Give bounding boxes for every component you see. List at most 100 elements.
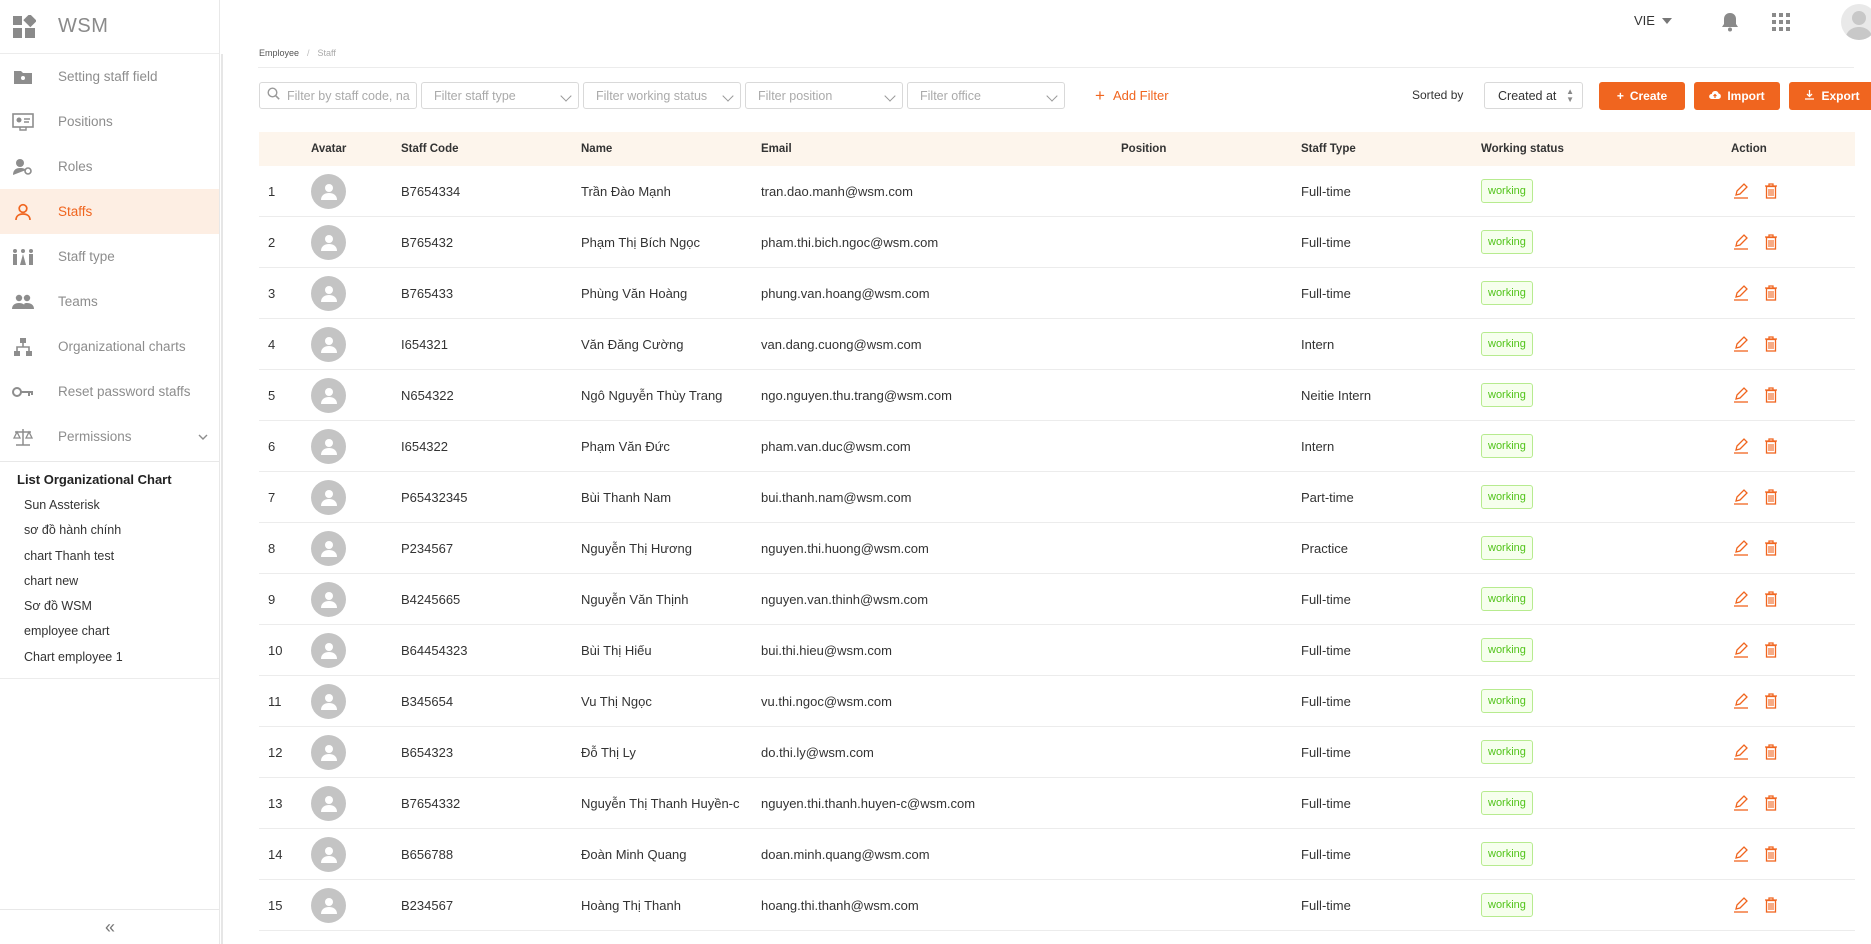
filter-position[interactable]: Filter position bbox=[745, 82, 903, 109]
import-button-label: Import bbox=[1727, 89, 1765, 103]
sidebar-item-reset-password[interactable]: Reset password staffs bbox=[0, 369, 219, 414]
org-chart-item[interactable]: Sơ đồ WSM bbox=[0, 594, 219, 619]
sidebar-item-teams[interactable]: Teams bbox=[0, 279, 219, 324]
edit-icon[interactable] bbox=[1731, 538, 1751, 558]
search-box[interactable] bbox=[259, 82, 417, 109]
row-index: 10 bbox=[268, 642, 283, 658]
sidebar: WSM Setting staff field Positions Roles … bbox=[0, 0, 220, 944]
table-row[interactable]: 4 I654321 Văn Đăng Cường van.dang.cuong@… bbox=[259, 319, 1855, 370]
edit-icon[interactable] bbox=[1731, 742, 1751, 762]
filter-working-status[interactable]: Filter working status bbox=[583, 82, 741, 109]
delete-icon[interactable] bbox=[1761, 283, 1781, 303]
edit-icon[interactable] bbox=[1731, 640, 1751, 660]
status-badge: working bbox=[1481, 842, 1533, 866]
table-row[interactable]: 15 B234567 Hoàng Thị Thanh hoang.thi.tha… bbox=[259, 880, 1855, 931]
org-chart-item[interactable]: sơ đồ hành chính bbox=[0, 518, 219, 543]
row-index: 7 bbox=[268, 489, 276, 505]
edit-icon[interactable] bbox=[1731, 436, 1751, 456]
delete-icon[interactable] bbox=[1761, 232, 1781, 252]
delete-icon[interactable] bbox=[1761, 742, 1781, 762]
edit-icon[interactable] bbox=[1731, 895, 1751, 915]
table-row[interactable]: 5 N654322 Ngô Nguyễn Thùy Trang ngo.nguy… bbox=[259, 370, 1855, 421]
filter-toolbar: Filter staff type Filter working status … bbox=[259, 82, 1871, 110]
delete-icon[interactable] bbox=[1761, 538, 1781, 558]
table-row[interactable]: 11 B345654 Vu Thị Ngọc vu.thi.ngoc@wsm.c… bbox=[259, 676, 1855, 727]
sidebar-item-setting-staff-field[interactable]: Setting staff field bbox=[0, 54, 219, 99]
language-selector[interactable]: VIE bbox=[1634, 13, 1672, 28]
delete-icon[interactable] bbox=[1761, 844, 1781, 864]
apps-grid-icon[interactable] bbox=[1772, 13, 1790, 36]
table-row[interactable]: 12 B654323 Đỗ Thị Ly do.thi.ly@wsm.com F… bbox=[259, 727, 1855, 778]
sidebar-item-organizational-charts[interactable]: Organizational charts bbox=[0, 324, 219, 369]
row-email: nguyen.van.thinh@wsm.com bbox=[761, 591, 929, 607]
delete-icon[interactable] bbox=[1761, 589, 1781, 609]
delete-icon[interactable] bbox=[1761, 793, 1781, 813]
breadcrumb-parent[interactable]: Employee bbox=[259, 48, 299, 58]
table-row[interactable]: 14 B656788 Đoàn Minh Quang doan.minh.qua… bbox=[259, 829, 1855, 880]
user-avatar[interactable] bbox=[1841, 4, 1871, 40]
filter-staff-type[interactable]: Filter staff type bbox=[421, 82, 579, 109]
edit-icon[interactable] bbox=[1731, 589, 1751, 609]
delete-icon[interactable] bbox=[1761, 385, 1781, 405]
brand[interactable]: WSM bbox=[0, 0, 219, 54]
row-email: phung.van.hoang@wsm.com bbox=[761, 285, 930, 301]
edit-icon[interactable] bbox=[1731, 283, 1751, 303]
create-button[interactable]: + Create bbox=[1599, 82, 1685, 110]
sort-select[interactable]: Created at ▲ ▼ bbox=[1484, 82, 1583, 109]
avatar-cell bbox=[311, 377, 401, 413]
org-chart-item[interactable]: chart new bbox=[0, 569, 219, 594]
avatar-cell bbox=[311, 275, 401, 311]
edit-icon[interactable] bbox=[1731, 181, 1751, 201]
table-row[interactable]: 3 B765433 Phùng Văn Hoàng phung.van.hoan… bbox=[259, 268, 1855, 319]
delete-icon[interactable] bbox=[1761, 181, 1781, 201]
org-chart-item[interactable]: chart Thanh test bbox=[0, 544, 219, 569]
delete-icon[interactable] bbox=[1761, 895, 1781, 915]
export-button[interactable]: Export bbox=[1789, 82, 1871, 110]
edit-icon[interactable] bbox=[1731, 793, 1751, 813]
table-row[interactable]: 7 P65432345 Bùi Thanh Nam bui.thanh.nam@… bbox=[259, 472, 1855, 523]
col-header-position: Position bbox=[1121, 143, 1167, 155]
bell-icon[interactable] bbox=[1721, 12, 1739, 37]
sidebar-item-roles[interactable]: Roles bbox=[0, 144, 219, 189]
status-badge: working bbox=[1481, 536, 1533, 560]
sidebar-collapse-button[interactable]: « bbox=[0, 909, 220, 944]
add-filter-button[interactable]: + Add Filter bbox=[1095, 87, 1169, 104]
sidebar-item-positions[interactable]: Positions bbox=[0, 99, 219, 144]
table-row[interactable]: 13 B7654332 Nguyễn Thị Thanh Huyền-c ngu… bbox=[259, 778, 1855, 829]
table-row[interactable]: 1 B7654334 Trần Đào Mạnh tran.dao.manh@w… bbox=[259, 166, 1855, 217]
edit-icon[interactable] bbox=[1731, 385, 1751, 405]
row-index: 14 bbox=[268, 846, 283, 862]
sidebar-item-staffs[interactable]: Staffs bbox=[0, 189, 219, 234]
sidebar-item-label: Teams bbox=[58, 294, 98, 309]
edit-icon[interactable] bbox=[1731, 487, 1751, 507]
org-chart-item[interactable]: Chart employee 1 bbox=[0, 645, 219, 670]
status-badge: working bbox=[1481, 740, 1533, 764]
edit-icon[interactable] bbox=[1731, 334, 1751, 354]
delete-icon[interactable] bbox=[1761, 436, 1781, 456]
chevron-down-icon[interactable] bbox=[197, 431, 209, 443]
org-chart-item[interactable]: Sun Assterisk bbox=[0, 493, 219, 518]
delete-icon[interactable] bbox=[1761, 640, 1781, 660]
filter-office[interactable]: Filter office bbox=[907, 82, 1065, 109]
sidebar-menu: Setting staff field Positions Roles Staf… bbox=[0, 54, 219, 459]
row-staff-code: B7654334 bbox=[401, 183, 461, 199]
avatar bbox=[311, 173, 346, 209]
org-chart-item[interactable]: employee chart bbox=[0, 619, 219, 644]
edit-icon[interactable] bbox=[1731, 844, 1751, 864]
search-input[interactable] bbox=[285, 87, 414, 104]
delete-icon[interactable] bbox=[1761, 487, 1781, 507]
table-row[interactable]: 9 B4245665 Nguyễn Văn Thịnh nguyen.van.t… bbox=[259, 574, 1855, 625]
import-button[interactable]: Import bbox=[1694, 82, 1780, 110]
chevron-down-icon bbox=[722, 90, 734, 102]
row-index: 8 bbox=[268, 540, 276, 556]
table-row[interactable]: 6 I654322 Phạm Văn Đức pham.van.duc@wsm.… bbox=[259, 421, 1855, 472]
table-row[interactable]: 10 B64454323 Bùi Thị Hiếu bui.thi.hieu@w… bbox=[259, 625, 1855, 676]
table-row[interactable]: 2 B765432 Phạm Thị Bích Ngọc pham.thi.bi… bbox=[259, 217, 1855, 268]
table-row[interactable]: 8 P234567 Nguyễn Thị Hương nguyen.thi.hu… bbox=[259, 523, 1855, 574]
delete-icon[interactable] bbox=[1761, 691, 1781, 711]
edit-icon[interactable] bbox=[1731, 691, 1751, 711]
sidebar-item-staff-type[interactable]: Staff type bbox=[0, 234, 219, 279]
delete-icon[interactable] bbox=[1761, 334, 1781, 354]
sidebar-item-permissions[interactable]: Permissions bbox=[0, 414, 219, 459]
edit-icon[interactable] bbox=[1731, 232, 1751, 252]
